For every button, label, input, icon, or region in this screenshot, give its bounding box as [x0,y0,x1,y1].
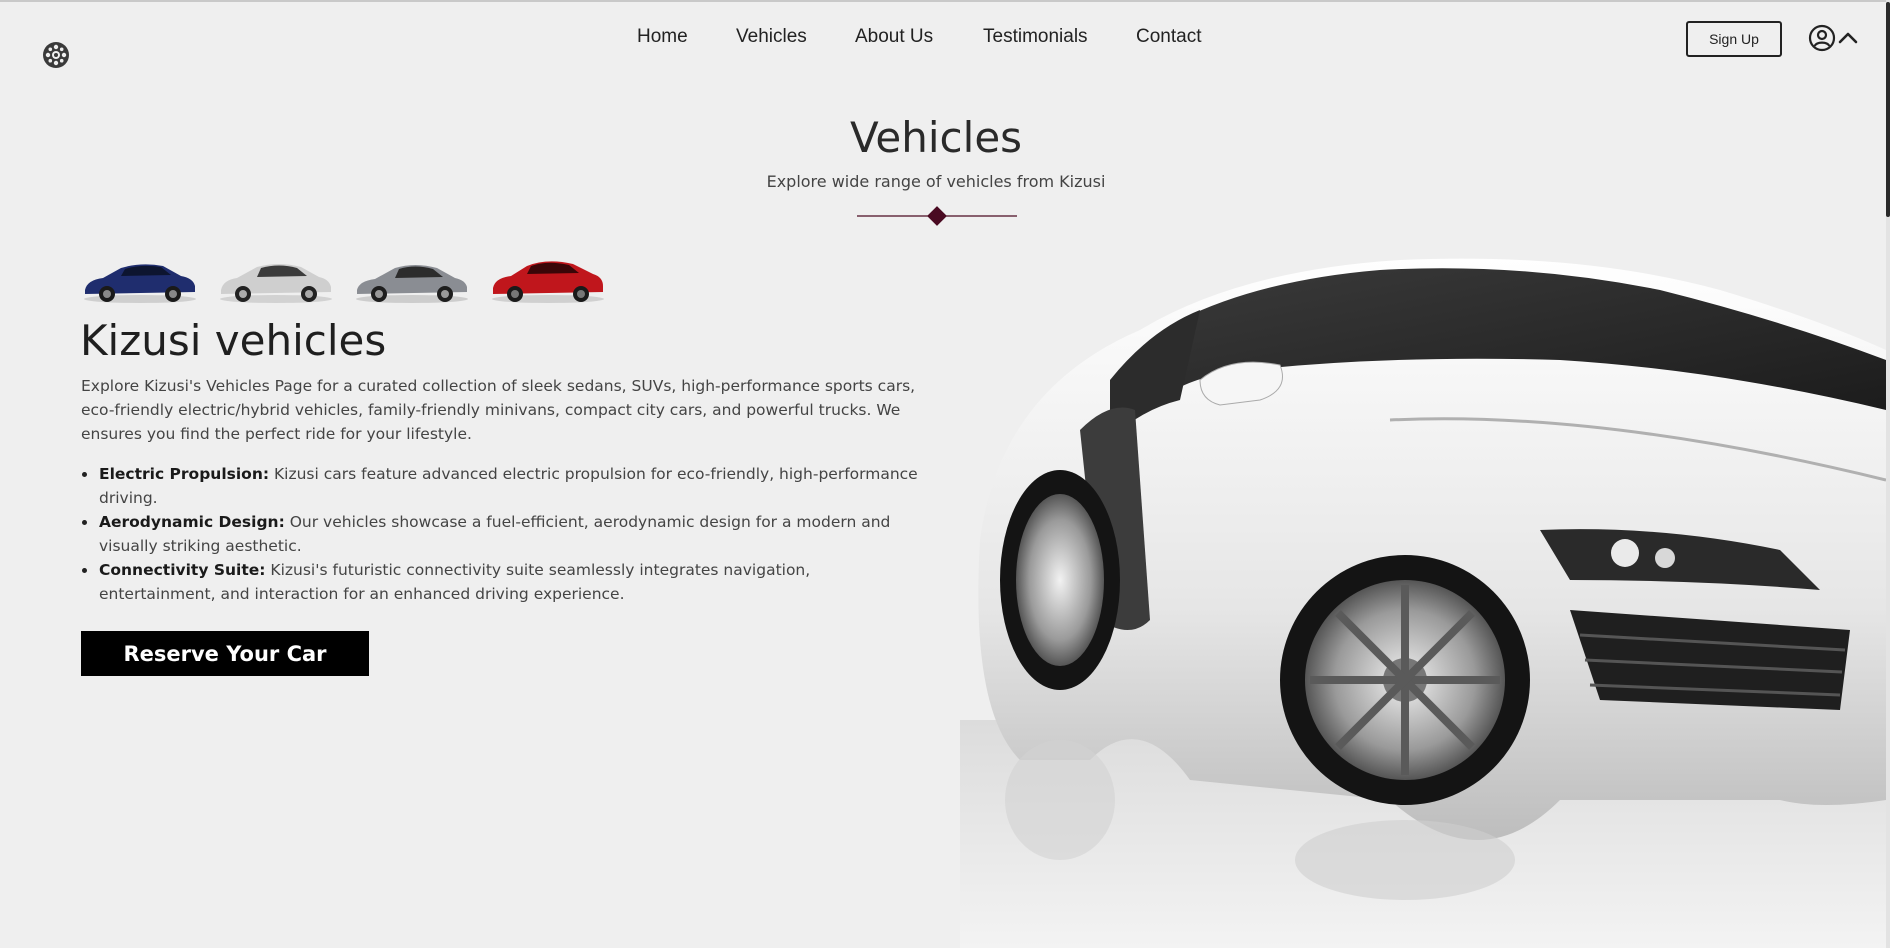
vehicle-thumbnails [81,250,621,306]
featured-car-image [960,258,1886,948]
section-title: Kizusi vehicles [80,316,387,365]
main-nav: Home Vehicles About Us Testimonials Cont… [0,26,1890,56]
thumbnail-silver-sedan[interactable] [217,250,335,306]
feature-title: Electric Propulsion: [99,465,270,483]
thumbnail-grey-sports-car[interactable] [353,250,471,306]
nav-home[interactable]: Home [637,26,688,48]
title-divider [857,206,1017,226]
thumbnail-blue-coupe[interactable] [81,250,199,306]
thumbnail-red-roadster[interactable] [489,250,607,306]
page-scrollbar[interactable] [1886,0,1890,948]
bullet-icon [82,472,87,477]
top-border [0,0,1890,2]
feature-title: Aerodynamic Design: [99,513,285,531]
nav-about-us[interactable]: About Us [855,26,933,48]
sign-up-button[interactable]: Sign Up [1686,21,1782,57]
bullet-icon [82,520,87,525]
nav-testimonials[interactable]: Testimonials [983,26,1088,48]
chevron-up-icon[interactable] [1837,29,1859,45]
scrollbar-thumb[interactable] [1886,2,1890,217]
feature-title: Connectivity Suite: [99,561,266,579]
feature-list: Electric Propulsion: Kizusi cars feature… [81,462,931,606]
feature-item: Connectivity Suite: Kizusi's futuristic … [81,558,931,606]
feature-item: Electric Propulsion: Kizusi cars feature… [81,462,931,510]
nav-vehicles[interactable]: Vehicles [736,26,807,48]
intro-paragraph: Explore Kizusi's Vehicles Page for a cur… [81,377,916,443]
feature-item: Aerodynamic Design: Our vehicles showcas… [81,510,931,558]
bullet-icon [82,568,87,573]
reserve-car-button[interactable]: Reserve Your Car [81,631,369,676]
nav-contact[interactable]: Contact [1136,26,1201,48]
page-subtitle: Explore wide range of vehicles from Kizu… [766,172,1106,191]
page-title: Vehicles [849,113,1023,162]
user-circle-icon[interactable] [1808,24,1836,52]
